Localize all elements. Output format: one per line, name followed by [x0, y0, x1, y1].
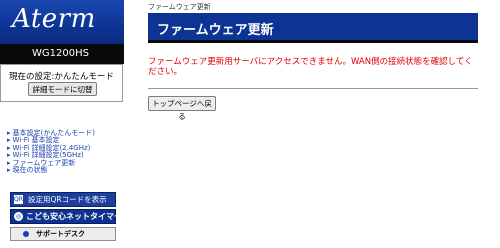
show-qr-code-button[interactable]: QR 設定用QRコードを表示 — [10, 192, 116, 207]
switch-detail-mode-button[interactable]: 詳細モードに切替 — [28, 82, 97, 96]
current-mode-label: 現在の設定:かんたんモード — [9, 72, 114, 82]
timer-icon: ◎ — [14, 212, 23, 221]
sidebar-item-label: 現在の状態 — [12, 166, 48, 175]
divider — [148, 88, 478, 89]
sidebar-menu: ▸ 基本設定(かんたんモード) ▸ Wi-Fi 基本設定 ▸ Wi-Fi 詳細設定(2… — [7, 129, 95, 175]
logo-text: Aterm — [12, 4, 96, 34]
kids-button-label: こども安心ネットタイマー — [26, 212, 122, 221]
sidebar: Aterm WG1200HS 現在の設定:かんたんモード 詳細モードに切替 ▸ 基… — [0, 0, 124, 248]
support-icon — [23, 231, 29, 237]
page-title: ファームウェア更新 — [157, 23, 274, 38]
support-button-label: サポートデスク — [36, 230, 85, 238]
page-title-bar: ファームウェア更新 — [148, 13, 478, 43]
qr-code-icon: QR — [14, 195, 23, 204]
mode-panel: 現在の設定:かんたんモード 詳細モードに切替 — [0, 64, 123, 102]
back-to-top-button[interactable]: トップページへ戻る — [148, 96, 216, 121]
breadcrumb: ファームウェア更新 — [148, 3, 211, 11]
aterm-logo: Aterm — [0, 0, 124, 44]
model-name: WG1200HS — [0, 44, 124, 64]
qr-button-label: 設定用QRコードを表示 — [28, 195, 107, 204]
support-desk-button[interactable]: サポートデスク — [10, 227, 116, 241]
sidebar-item-status[interactable]: ▸ 現在の状態 — [7, 166, 95, 175]
bullet-icon: ▸ — [7, 166, 11, 175]
error-message: ファームウェア更新用サーバにアクセスできません。WAN側の接続状態を確認してくだ… — [148, 57, 473, 77]
kids-net-timer-button[interactable]: ◎ こども安心ネットタイマー — [10, 209, 122, 224]
